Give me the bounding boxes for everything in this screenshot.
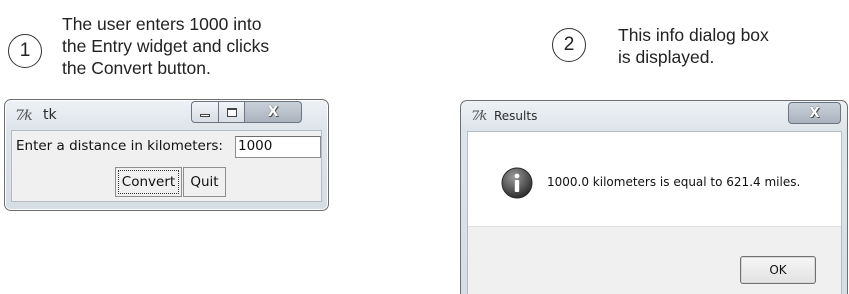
close-icon: X xyxy=(809,105,820,121)
step-1-caption-line: The user enters 1000 into xyxy=(62,14,262,34)
step-2-badge: 2 xyxy=(552,28,586,62)
info-icon xyxy=(501,167,533,199)
step-2-caption: This info dialog box is displayed. xyxy=(618,24,769,68)
dialog-footer: OK xyxy=(468,226,841,294)
step-2-number: 2 xyxy=(563,34,575,55)
step-1-number: 1 xyxy=(19,40,31,61)
dialog-title: Results xyxy=(494,109,538,123)
window-controls: X xyxy=(191,101,302,125)
step-1-caption-line: the Entry widget and clicks xyxy=(62,36,270,56)
step-1-badge: 1 xyxy=(8,34,42,68)
distance-entry[interactable]: 1000 xyxy=(235,136,321,158)
distance-label: Enter a distance in kilometers: xyxy=(16,138,223,154)
close-icon: X xyxy=(267,104,279,120)
step-2-caption-line: This info dialog box xyxy=(618,25,769,45)
minimize-button[interactable] xyxy=(191,101,219,123)
maximize-icon xyxy=(226,107,237,117)
dialog-message: 1000.0 kilometers is equal to 621.4 mile… xyxy=(547,175,801,189)
tk-window: 7⁄k tk X Enter a distance in kilometers:… xyxy=(4,99,329,211)
convert-button[interactable]: Convert xyxy=(115,167,182,197)
results-dialog: 7⁄k Results X 1000.0 kilometers is equal… xyxy=(460,100,848,294)
close-button[interactable]: X xyxy=(245,101,302,123)
tk-feather-icon: 7⁄k xyxy=(15,108,33,124)
minimize-icon xyxy=(200,113,210,117)
ok-button[interactable]: OK xyxy=(740,256,816,284)
step-1-caption-line: the Convert button. xyxy=(62,58,211,78)
step-1-caption: The user enters 1000 into the Entry widg… xyxy=(62,13,269,79)
dialog-close-button[interactable]: X xyxy=(788,102,841,124)
tk-feather-icon: 7⁄k xyxy=(471,109,487,124)
window-content: Enter a distance in kilometers: 1000 Con… xyxy=(11,130,322,202)
step-2-caption-line: is displayed. xyxy=(618,47,715,67)
maximize-button[interactable] xyxy=(219,101,245,123)
dialog-content: 1000.0 kilometers is equal to 621.4 mile… xyxy=(467,131,842,294)
window-title: tk xyxy=(43,107,57,123)
quit-button[interactable]: Quit xyxy=(183,167,226,197)
